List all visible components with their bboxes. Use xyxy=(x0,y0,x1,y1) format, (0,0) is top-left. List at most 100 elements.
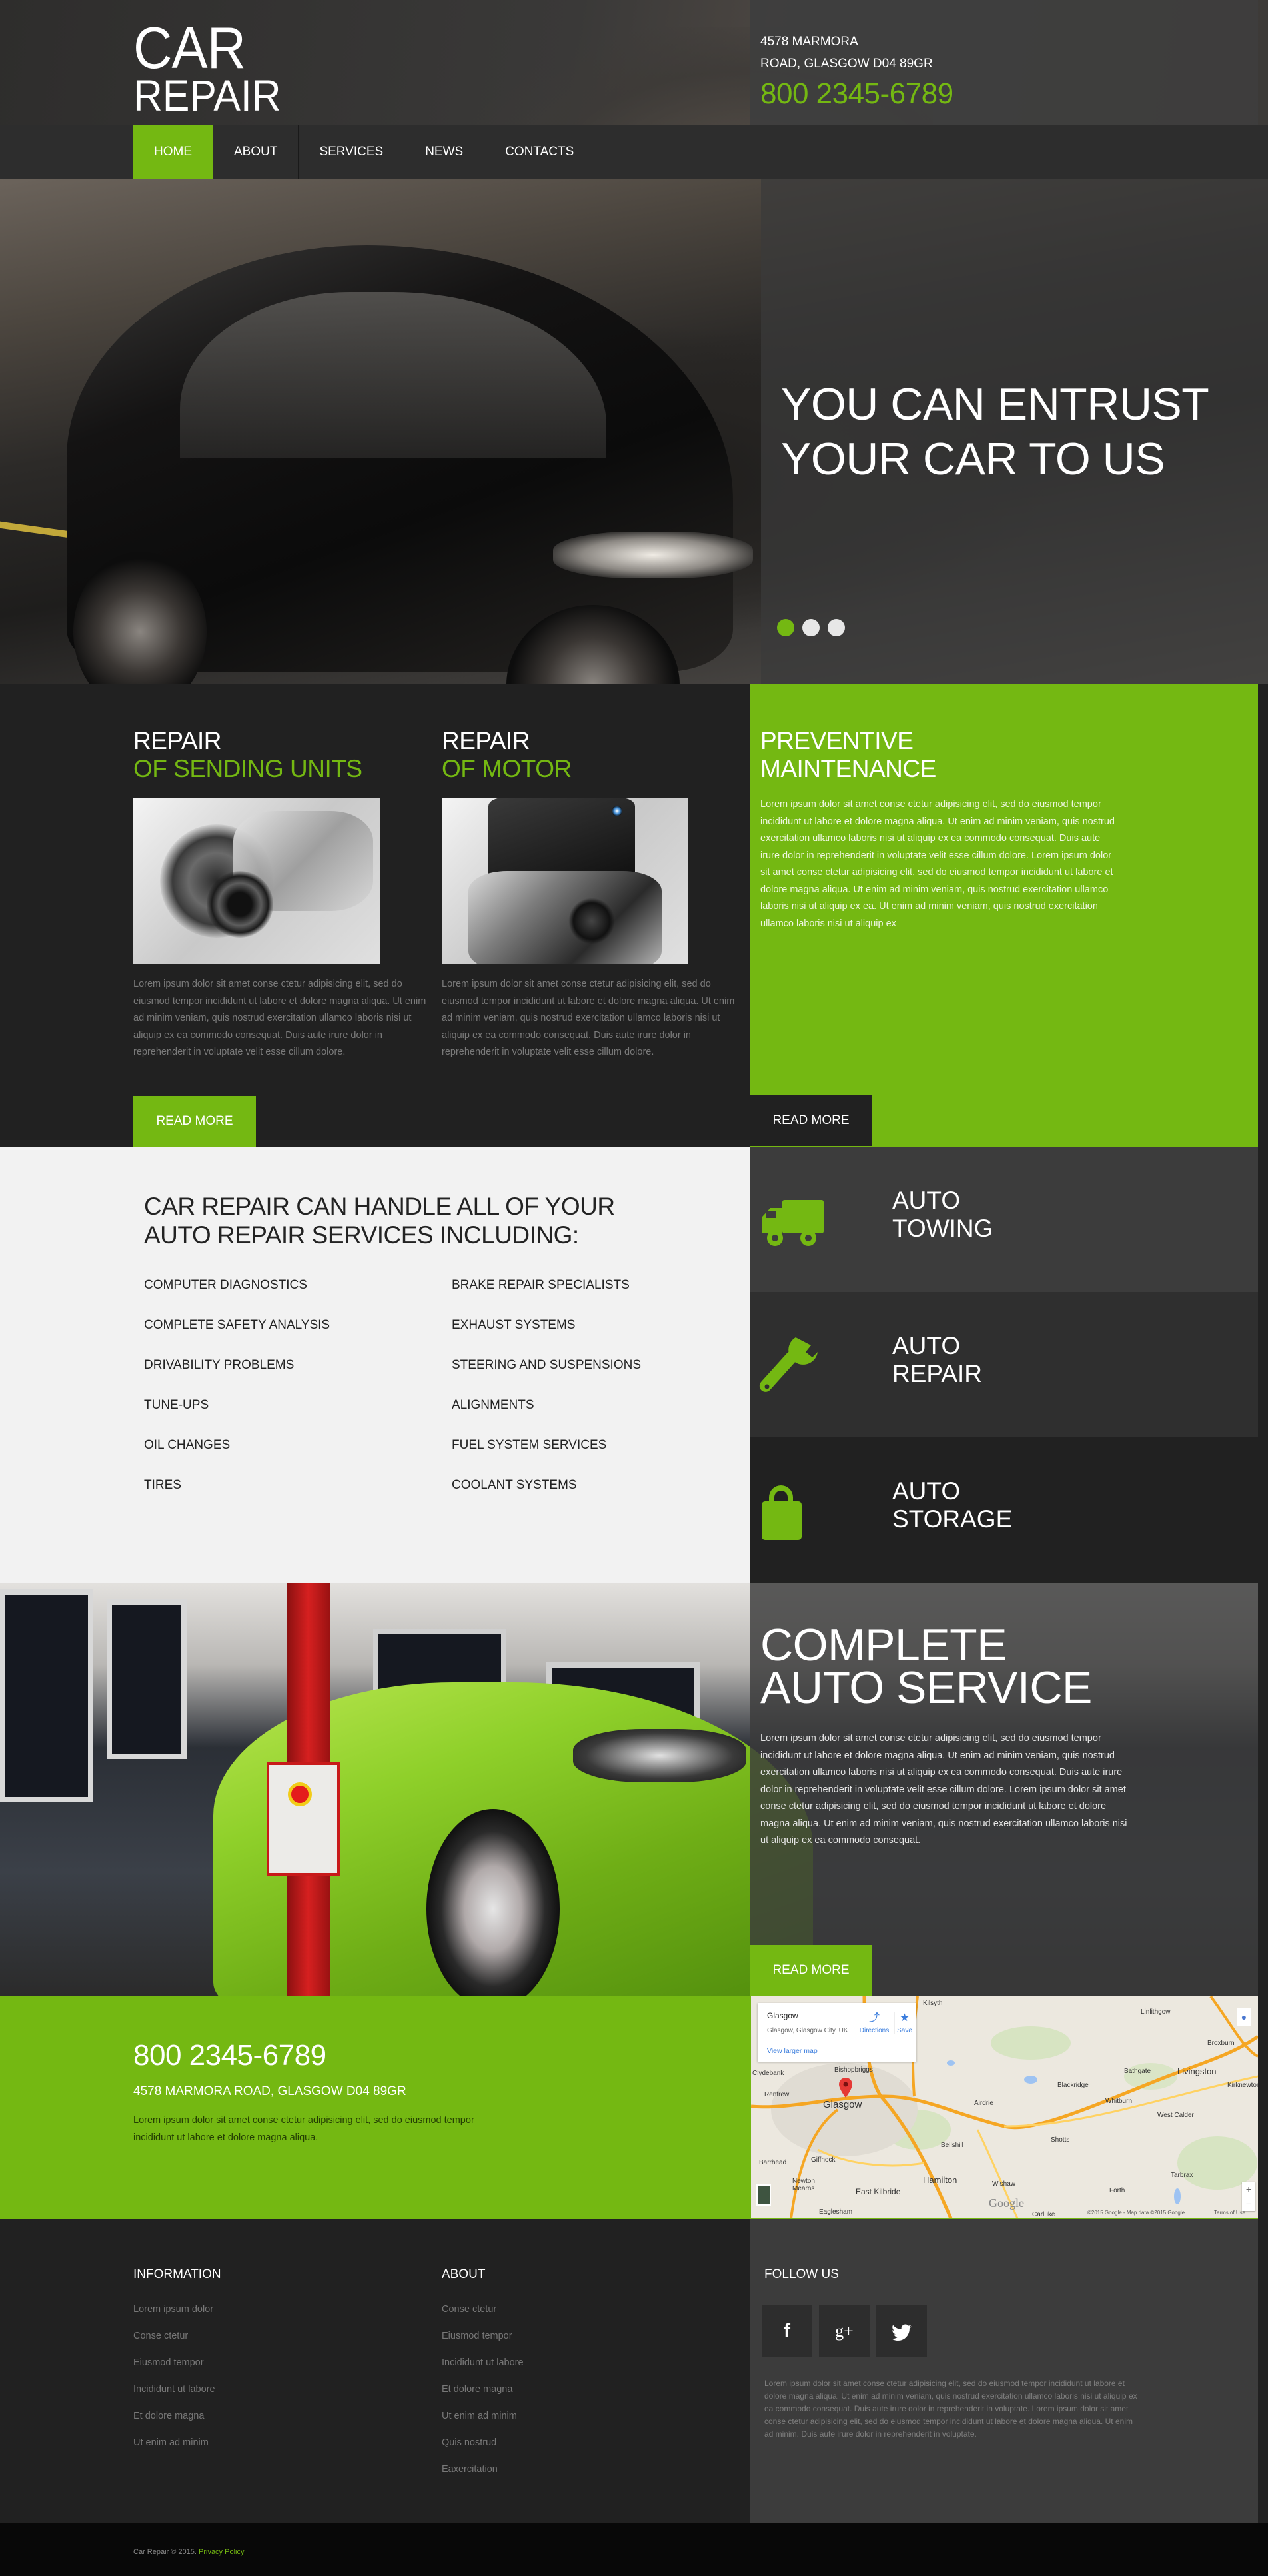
engine-image xyxy=(442,798,688,964)
header-address-line-1: 4578 MARMORA xyxy=(760,35,858,49)
feature-auto-repair[interactable]: AUTO REPAIR xyxy=(750,1292,1258,1437)
map-label: Clydebank xyxy=(752,2070,784,2077)
map-zoom-control: + − xyxy=(1242,2182,1255,2211)
map-place-address: Glasgow, Glasgow City, UK xyxy=(767,2027,848,2034)
street-view-pegman-icon[interactable]: ● xyxy=(1237,2008,1251,2026)
footer-link[interactable]: Incididunt ut labore xyxy=(133,2376,221,2403)
contact-address: 4578 MARMORA ROAD, GLASGOW D04 89GR xyxy=(133,2084,406,2098)
map-label: Linlithgow xyxy=(1141,2008,1171,2016)
nav-item-about[interactable]: ABOUT xyxy=(213,125,299,179)
footer-link[interactable]: Ut enim ad minim xyxy=(133,2429,221,2456)
main-navigation: HOME ABOUT SERVICES NEWS CONTACTS xyxy=(0,125,1268,179)
footer-link[interactable]: Eiusmod tempor xyxy=(133,2349,221,2376)
footer-link[interactable]: Et dolore magna xyxy=(442,2376,524,2403)
footer-link[interactable]: Lorem ipsum dolor xyxy=(133,2296,221,2323)
complete-service-read-more-button[interactable]: READ MORE xyxy=(750,1945,872,1996)
footer-link[interactable]: Incididunt ut labore xyxy=(442,2349,524,2376)
map-label: Eaglesham xyxy=(819,2208,853,2216)
title-green: OF SENDING UNITS xyxy=(133,755,362,782)
map-label: Whitburn xyxy=(1105,2098,1133,2105)
site-logo[interactable]: CAR REPAIR xyxy=(133,15,294,120)
nav-item-home[interactable]: HOME xyxy=(133,125,213,179)
google-plus-icon[interactable]: g+ xyxy=(819,2305,870,2357)
map-info-card: Glasgow Glasgow, Glasgow City, UK View l… xyxy=(758,2003,916,2062)
header-address-line-2: ROAD, GLASGOW D04 89GR xyxy=(760,57,933,71)
title-green: OF MOTOR xyxy=(442,755,572,782)
copyright-text: Car Repair © 2015. Privacy Policy xyxy=(133,2548,244,2556)
map-label-glasgow: Glasgow xyxy=(823,2099,862,2110)
map-zoom-out-button[interactable]: − xyxy=(1242,2196,1255,2211)
services-list-left: COMPUTER DIAGNOSTICS COMPLETE SAFETY ANA… xyxy=(144,1265,420,1505)
footer-link[interactable]: Et dolore magna xyxy=(133,2403,221,2429)
map-zoom-in-button[interactable]: + xyxy=(1242,2182,1255,2196)
footer-link[interactable]: Ut enim ad minim xyxy=(442,2403,524,2429)
list-item: ALIGNMENTS xyxy=(452,1385,728,1425)
list-item: FUEL SYSTEM SERVICES xyxy=(452,1425,728,1465)
follow-us-text: Lorem ipsum dolor sit amet conse ctetur … xyxy=(764,2379,1137,2439)
google-map[interactable]: Kilsyth Linlithgow Broxburn Clydebank Bi… xyxy=(751,1996,1258,2218)
twitter-icon[interactable] xyxy=(876,2305,927,2357)
map-label: Tarbrax xyxy=(1171,2172,1193,2179)
lock-icon xyxy=(759,1477,826,1540)
wrench-icon xyxy=(759,1332,826,1392)
footer-link[interactable]: Conse ctetur xyxy=(133,2323,221,2349)
service-card-text: Lorem ipsum dolor sit amet conse ctetur … xyxy=(133,979,426,1057)
map-label: Blackridge xyxy=(1057,2082,1089,2089)
header-phone[interactable]: 800 2345-6789 xyxy=(760,77,1258,111)
list-item: BRAKE REPAIR SPECIALISTS xyxy=(452,1265,728,1305)
preventive-title-line-2: MAINTENANCE xyxy=(760,755,936,782)
map-terms-link[interactable]: Terms of Use xyxy=(1214,2210,1245,2216)
map-directions-button[interactable]: ⤴ Directions xyxy=(858,2012,891,2034)
slider-dot-3[interactable] xyxy=(828,619,845,636)
list-item: EXHAUST SYSTEMS xyxy=(452,1305,728,1345)
map-pin-icon[interactable] xyxy=(839,2078,852,2098)
feature-label-line-2: STORAGE xyxy=(892,1505,1013,1533)
slider-dot-2[interactable] xyxy=(802,619,820,636)
complete-service-overlay: COMPLETE AUTO SERVICE Lorem ipsum dolor … xyxy=(750,1583,1258,1996)
service-card-motor: REPAIR OF MOTOR Lorem ipsum dolor sit am… xyxy=(442,684,734,1061)
satellite-view-toggle[interactable] xyxy=(756,2184,771,2206)
read-more-button[interactable]: READ MORE xyxy=(133,1096,256,1147)
map-label: Shotts xyxy=(1051,2136,1070,2144)
feature-label: AUTO TOWING xyxy=(892,1187,993,1243)
feature-auto-storage[interactable]: AUTO STORAGE xyxy=(750,1437,1258,1583)
privacy-policy-link[interactable]: Privacy Policy xyxy=(199,2548,244,2556)
complete-service-title-line-2: AUTO SERVICE xyxy=(760,1662,1092,1713)
facebook-icon[interactable]: f xyxy=(762,2305,812,2357)
footer-link[interactable]: Conse ctetur xyxy=(442,2296,524,2323)
footer-link[interactable]: Eaxercitation xyxy=(442,2456,524,2483)
contact-phone[interactable]: 800 2345-6789 xyxy=(133,2039,326,2072)
feature-label: AUTO REPAIR xyxy=(892,1332,982,1388)
footer-link[interactable]: Quis nostrud xyxy=(442,2429,524,2456)
follow-us-panel: FOLLOW US f g+ Lorem ipsum dolor sit ame… xyxy=(750,2219,1258,2523)
nav-item-contacts[interactable]: CONTACTS xyxy=(484,125,594,179)
preventive-read-more-button[interactable]: READ MORE xyxy=(750,1095,872,1146)
map-label: East Kilbride xyxy=(856,2187,901,2196)
logo-line-1: CAR xyxy=(133,15,246,81)
follow-us-title: FOLLOW US xyxy=(764,2267,839,2281)
map-save-button[interactable]: ★ Save xyxy=(894,2012,914,2034)
nav-item-services[interactable]: SERVICES xyxy=(299,125,405,179)
service-card-title: REPAIR OF MOTOR xyxy=(442,727,708,783)
logo-line-2: REPAIR xyxy=(133,71,281,120)
hero-slider: YOU CAN ENTRUST YOUR CAR TO US xyxy=(0,179,1268,684)
hero-title-line-1: YOU CAN ENTRUST xyxy=(781,379,1209,430)
feature-label-line-2: TOWING xyxy=(892,1215,993,1242)
list-item: COMPLETE SAFETY ANALYSIS xyxy=(144,1305,420,1345)
map-label: Kilsyth xyxy=(923,2000,943,2007)
truck-icon xyxy=(759,1200,826,1253)
map-label: West Calder xyxy=(1157,2112,1194,2119)
garage-window xyxy=(107,1599,187,1759)
lift-emergency-button xyxy=(288,1782,312,1806)
map-label: Forth xyxy=(1109,2187,1125,2194)
complete-service-section: COMPLETE AUTO SERVICE Lorem ipsum dolor … xyxy=(0,1583,1268,1996)
hero-car-headlight xyxy=(553,532,753,578)
complete-service-title: COMPLETE AUTO SERVICE xyxy=(760,1622,1092,1710)
services-list-right: BRAKE REPAIR SPECIALISTS EXHAUST SYSTEMS… xyxy=(452,1265,728,1505)
feature-auto-towing[interactable]: AUTO TOWING xyxy=(750,1147,1258,1292)
list-item: COMPUTER DIAGNOSTICS xyxy=(144,1265,420,1305)
nav-item-news[interactable]: NEWS xyxy=(404,125,485,179)
slider-dot-1[interactable] xyxy=(777,619,794,636)
view-larger-map-link[interactable]: View larger map xyxy=(767,2047,818,2055)
footer-link[interactable]: Eiusmod tempor xyxy=(442,2323,524,2349)
